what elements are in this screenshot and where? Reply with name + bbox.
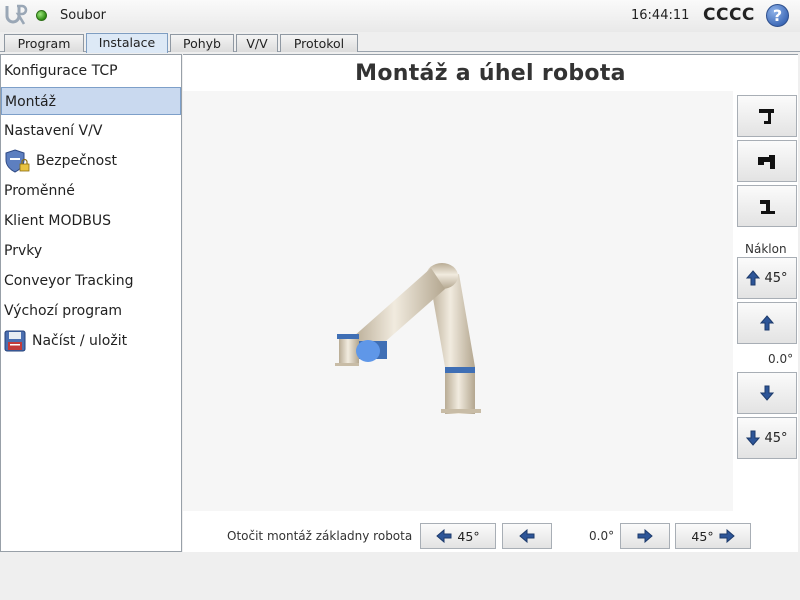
robot-name: CCCC <box>703 5 755 25</box>
rotate-right-45-label: 45° <box>691 528 714 544</box>
mounting-panel: Montáž a úhel robota Náklon 45° 0.0° 45°… <box>183 54 798 552</box>
tab-vv[interactable]: V/V <box>236 34 278 52</box>
nav-item-load-save[interactable]: Načíst / uložit <box>1 327 181 355</box>
nav-item-variables[interactable]: Proměnné <box>1 177 181 205</box>
rotate-value: 0.0° <box>589 529 615 543</box>
tab-pohyb[interactable]: Pohyb <box>170 34 234 52</box>
nav-item-io-setup[interactable]: Nastavení V/V <box>1 117 181 145</box>
nav-item-label: Conveyor Tracking <box>4 273 134 289</box>
clock-time: 16:44:11 <box>631 8 690 23</box>
header-bar: Soubor 16:44:11 CCCC ? <box>0 0 800 32</box>
view-front-button[interactable] <box>737 140 797 182</box>
nav-item-conveyor-tracking[interactable]: Conveyor Tracking <box>1 267 181 295</box>
robot-view-top-icon <box>760 200 775 214</box>
nav-item-label: Montáž <box>5 94 56 110</box>
tilt-down-button[interactable] <box>737 372 797 414</box>
arrow-right-icon <box>637 529 653 543</box>
robot-3d-view[interactable] <box>183 91 733 511</box>
page-title: Montáž a úhel robota <box>355 61 626 86</box>
nav-item-tcp-config[interactable]: Konfigurace TCP <box>1 57 181 85</box>
ur-logo-icon[interactable] <box>4 4 28 26</box>
nav-item-features[interactable]: Prvky <box>1 237 181 265</box>
tilt-up-45-label: 45° <box>764 270 788 286</box>
rotate-left-button[interactable] <box>502 523 552 549</box>
arrow-up-icon <box>746 270 761 286</box>
installation-nav: Konfigurace TCP Montáž Nastavení V/V Bez… <box>0 54 182 552</box>
nav-item-label: Načíst / uložit <box>32 333 128 349</box>
rotate-right-45-button[interactable]: 45° <box>675 523 751 549</box>
robot-arm-model-icon <box>335 263 481 414</box>
view-side-button[interactable] <box>737 95 797 137</box>
tilt-label: Náklon <box>745 242 787 256</box>
nav-item-label: Konfigurace TCP <box>4 63 118 79</box>
tab-bar: Program Instalace Pohyb V/V Protokol <box>0 32 800 53</box>
nav-item-label: Prvky <box>4 243 43 259</box>
tilt-down-45-button[interactable]: 45° <box>737 417 797 459</box>
nav-item-modbus-client[interactable]: Klient MODBUS <box>1 207 181 235</box>
arrow-left-icon <box>436 529 452 543</box>
nav-item-label: Výchozí program <box>4 303 123 319</box>
robot-view-front-icon <box>758 155 775 169</box>
arrow-down-icon <box>760 385 774 401</box>
help-button[interactable]: ? <box>766 4 789 27</box>
rotate-left-45-button[interactable]: 45° <box>420 523 496 549</box>
tilt-up-button[interactable] <box>737 302 797 344</box>
tilt-down-45-label: 45° <box>764 430 788 446</box>
file-menu[interactable]: Soubor <box>60 8 106 23</box>
tab-instalace[interactable]: Instalace <box>86 33 168 53</box>
arrow-down-icon <box>746 430 761 446</box>
tab-protokol[interactable]: Protokol <box>280 34 358 52</box>
nav-item-label: Klient MODBUS <box>4 213 112 229</box>
arrow-up-icon <box>760 315 774 331</box>
robot-view-side-icon <box>759 109 774 124</box>
tilt-value: 0.0° <box>768 352 794 366</box>
nav-item-safety[interactable]: Bezpečnost <box>1 147 181 175</box>
tab-program[interactable]: Program <box>4 34 84 52</box>
rotate-left-45-label: 45° <box>457 528 480 544</box>
arrow-right-icon <box>719 529 735 543</box>
nav-item-label: Nastavení V/V <box>4 123 103 139</box>
arrow-left-icon <box>519 529 535 543</box>
rotate-right-button[interactable] <box>620 523 670 549</box>
nav-item-label: Proměnné <box>4 183 75 199</box>
tilt-up-45-button[interactable]: 45° <box>737 257 797 299</box>
safety-shield-lock-icon <box>5 149 30 173</box>
nav-item-default-program[interactable]: Výchozí program <box>1 297 181 325</box>
status-indicator-icon <box>36 10 47 21</box>
nav-item-label: Bezpečnost <box>36 153 117 169</box>
rotate-label: Otočit montáž základny robota <box>227 529 413 543</box>
nav-item-mounting[interactable]: Montáž <box>1 87 181 115</box>
view-top-button[interactable] <box>737 185 797 227</box>
floppy-disk-icon <box>4 330 26 352</box>
